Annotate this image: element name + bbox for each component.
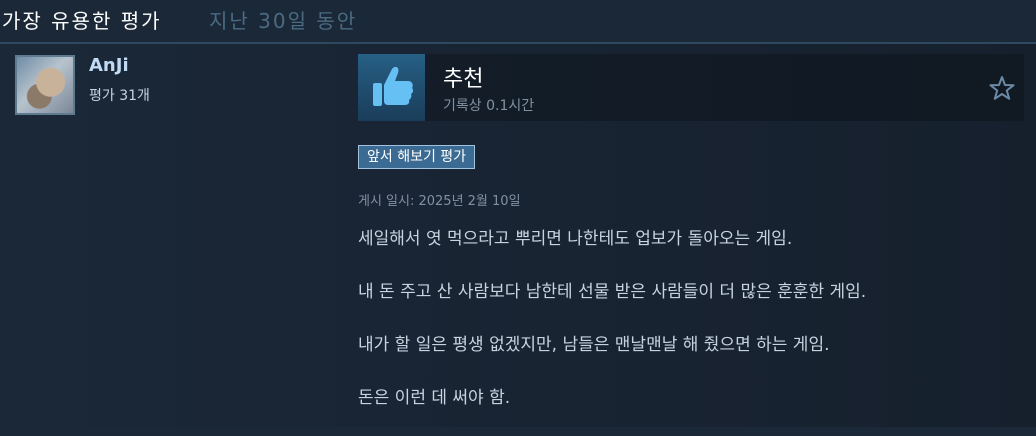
author-name-link[interactable]: AnJi (89, 55, 129, 76)
thumbs-up-box (358, 54, 425, 121)
review-paragraph: 세일해서 엿 먹으라고 뿌리면 나한테도 업보가 돌아오는 게임. (358, 229, 793, 249)
star-award-icon[interactable] (988, 74, 1016, 102)
review-paragraph: 내 돈 주고 산 사람보다 남한테 선물 받은 사람들이 더 많은 훈훈한 게임… (358, 282, 867, 302)
author-review-count[interactable]: 평가 31개 (89, 85, 150, 105)
review-paragraph: 내가 할 일은 평생 없겠지만, 남들은 맨날맨날 해 줬으면 하는 게임. (358, 335, 830, 355)
reviews-section-header: 가장 유용한 평가 지난 30일 동안 (0, 0, 1036, 44)
early-access-review-tag: 앞서 해보기 평가 (358, 145, 476, 169)
author-avatar-frame[interactable] (15, 55, 75, 115)
thumbs-up-icon (373, 66, 414, 106)
playtime-hours: 기록상 0.1시간 (443, 98, 535, 114)
posted-date: 게시 일시: 2025년 2월 10일 (358, 194, 521, 209)
review-body: 세일해서 엿 먹으라고 뿌리면 나한테도 업보가 돌아오는 게임. 내 돈 주고… (358, 224, 1028, 436)
section-title: 가장 유용한 평가 (2, 9, 162, 33)
recommendation-bar[interactable]: 추천 기록상 0.1시간 (358, 54, 1024, 121)
recommendation-label: 추천 (443, 67, 484, 92)
review-paragraph: 돈은 이런 데 써야 함. (358, 388, 511, 408)
section-period: 지난 30일 동안 (209, 9, 358, 33)
review-card: AnJi 평가 31개 추천 기록상 0.1시간 앞서 해보기 평가 게시 일시… (0, 44, 1036, 427)
avatar[interactable] (17, 57, 73, 113)
